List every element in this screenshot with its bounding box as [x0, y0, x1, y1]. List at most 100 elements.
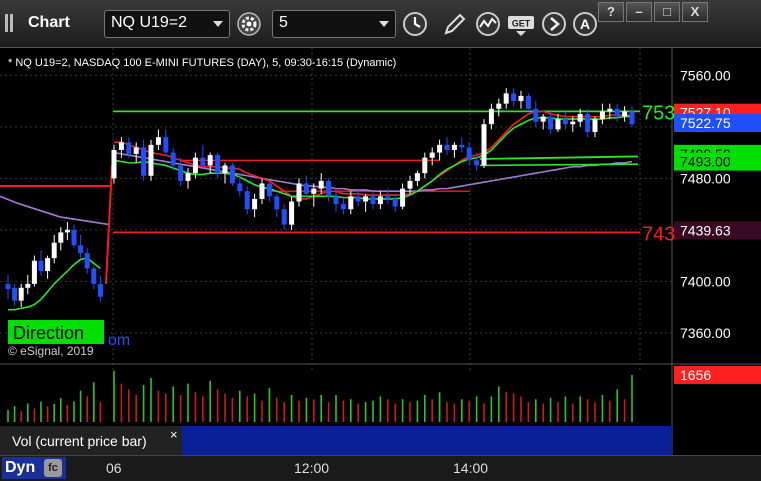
candle — [540, 116, 546, 122]
candle — [459, 144, 465, 148]
candle — [200, 157, 206, 166]
prev-candle — [45, 258, 51, 272]
indicator-icon[interactable] — [474, 10, 502, 38]
close-button[interactable]: X — [682, 2, 708, 22]
green-level-tag: 7493.00 — [680, 154, 731, 170]
prev-candle — [78, 245, 84, 253]
prev-candle — [31, 260, 37, 284]
candle — [400, 188, 406, 207]
red-level-tag: 7439.63 — [680, 222, 731, 238]
candle — [466, 147, 472, 161]
candle — [414, 173, 420, 181]
candle — [548, 116, 554, 130]
x-tick-label: 12:00 — [294, 460, 330, 476]
x-tick-label: 14:00 — [453, 460, 489, 476]
candle — [429, 152, 435, 158]
prev-candle — [38, 260, 44, 272]
x-tick-label: 06 — [106, 460, 122, 476]
settings-gear-icon[interactable] — [235, 10, 263, 38]
chevron-down-icon[interactable] — [213, 21, 223, 27]
pencil-icon[interactable] — [440, 10, 468, 38]
candle — [318, 180, 324, 189]
interval-value: 5 — [279, 14, 288, 31]
watermark: © eSignal, 2019 — [8, 344, 94, 358]
candle — [392, 198, 398, 207]
prev-candle — [97, 283, 103, 297]
candle — [496, 103, 502, 109]
close-icon[interactable]: × — [170, 427, 178, 442]
candle — [215, 155, 221, 174]
candle — [229, 165, 235, 184]
get-data-icon[interactable]: GET — [506, 10, 536, 38]
candle — [266, 183, 272, 197]
candle — [178, 165, 184, 181]
candle — [170, 152, 176, 166]
volume-value: 1656 — [680, 367, 711, 383]
candle — [192, 157, 198, 174]
candle — [474, 160, 480, 166]
prev-candle — [91, 268, 97, 284]
candle — [444, 144, 450, 150]
candle — [629, 111, 635, 125]
candle — [274, 196, 280, 210]
candle — [289, 201, 295, 225]
y-tick-label: 7400.00 — [680, 273, 731, 289]
candle — [207, 155, 213, 166]
candle — [370, 196, 376, 205]
candle — [570, 121, 576, 125]
candle — [614, 108, 620, 117]
chart-window: Chart NQ U19=2 5 GET A ? – □ X 7560.00 7… — [0, 0, 761, 481]
candle — [622, 111, 628, 117]
candle — [252, 198, 258, 210]
window-title: Chart — [28, 14, 70, 31]
help-button[interactable]: ? — [598, 2, 624, 22]
candle — [118, 142, 124, 150]
candle — [237, 183, 243, 192]
candle — [511, 93, 517, 102]
candle — [533, 108, 539, 122]
candle — [333, 196, 339, 205]
candle — [185, 173, 191, 181]
prev-candle — [58, 232, 64, 243]
candle — [296, 183, 302, 202]
chart-title: * NQ U19=2, NASDAQ 100 E-MINI FUTURES (D… — [8, 57, 396, 69]
candle — [377, 196, 383, 205]
symbol-input[interactable]: NQ U19=2 — [104, 10, 230, 38]
prev-candle — [25, 283, 31, 288]
y-tick-label: 7480.00 — [680, 170, 731, 186]
svg-text:GET: GET — [512, 19, 531, 29]
navigate-right-icon[interactable] — [540, 10, 568, 38]
maximize-button[interactable]: □ — [654, 2, 680, 22]
candle — [222, 165, 228, 174]
candle — [340, 204, 346, 210]
minimize-button[interactable]: – — [626, 2, 652, 22]
candle — [155, 137, 161, 145]
candle — [451, 144, 457, 150]
font-size-icon[interactable]: A — [571, 10, 599, 38]
candle — [599, 111, 605, 120]
green-level-text: 753 — [642, 102, 675, 124]
last-price-tag: 7522.75 — [680, 115, 731, 131]
prev-candle — [71, 229, 77, 246]
candle — [518, 95, 524, 102]
time-axis: Dyn fc 06 12:00 14:00 — [0, 455, 761, 481]
clock-icon[interactable] — [401, 10, 429, 38]
y-tick-label: 7560.00 — [680, 67, 731, 83]
candle — [244, 191, 250, 210]
candle — [111, 149, 117, 179]
candle — [585, 113, 591, 132]
candle — [126, 142, 132, 154]
candle — [355, 196, 361, 202]
price-chart[interactable]: 7560.007520.007480.007440.007400.007360.… — [0, 48, 761, 455]
drag-grip-icon[interactable] — [5, 14, 19, 32]
chevron-down-icon[interactable] — [379, 21, 389, 27]
prev-candle — [51, 242, 57, 259]
prev-candle — [84, 252, 90, 269]
y-tick-label: 7360.00 — [680, 325, 731, 341]
symbol-value: NQ U19=2 — [111, 14, 188, 31]
candle — [259, 183, 265, 199]
candle — [555, 119, 561, 130]
interval-input[interactable]: 5 — [272, 10, 396, 38]
red-level-text: 743 — [642, 223, 675, 245]
scale-icon[interactable]: fc — [44, 459, 62, 477]
